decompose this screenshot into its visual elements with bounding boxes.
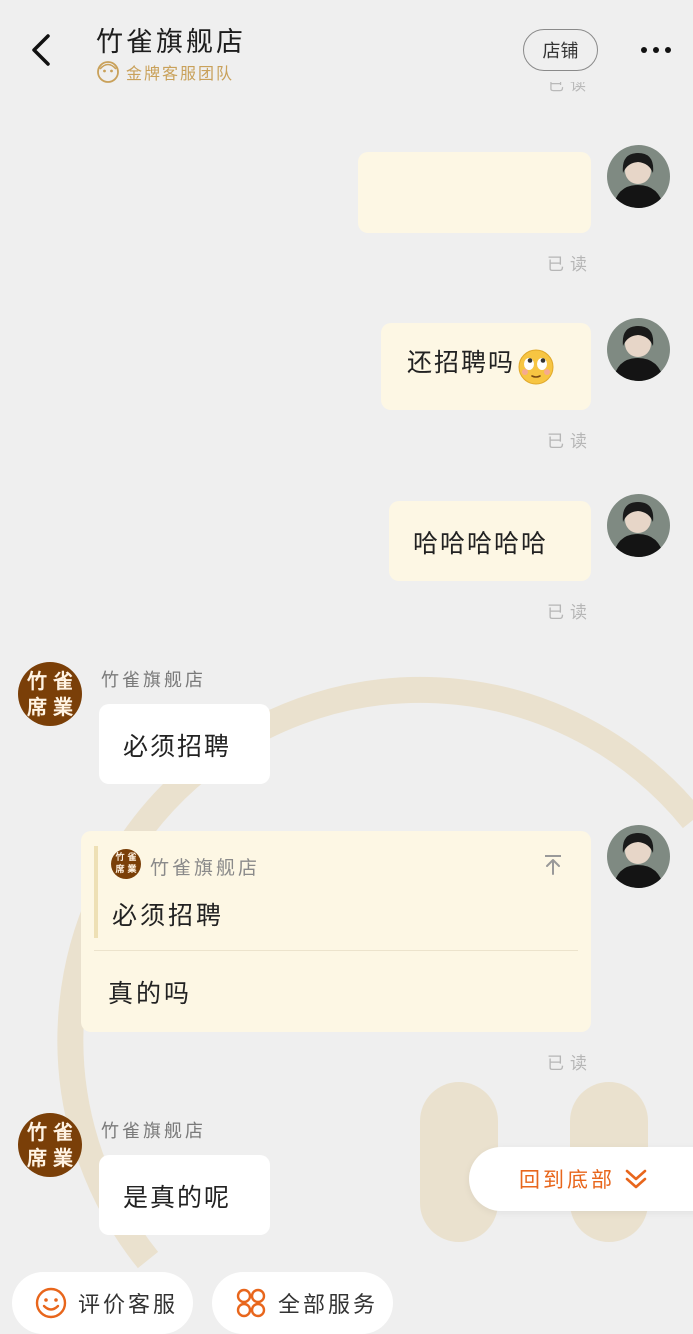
sender-name: 竹雀旗舰店: [101, 1121, 206, 1142]
grid-icon: [236, 1288, 266, 1318]
quote-divider: [94, 950, 578, 951]
badge-label: 金牌客服团队: [126, 64, 235, 83]
shop-avatar-char: 業: [53, 1146, 73, 1170]
service-face-icon: [97, 61, 119, 83]
back-arrow-icon[interactable]: [22, 30, 62, 70]
all-services-label: 全部服务: [278, 1293, 379, 1318]
shop-avatar[interactable]: 竹 雀 席 業: [18, 662, 82, 726]
smile-icon: [35, 1287, 67, 1319]
quote-indicator-bar: [94, 846, 98, 938]
shop-avatar-char: 竹: [115, 852, 125, 863]
shop-avatar-char: 席: [27, 695, 47, 719]
shop-avatar[interactable]: 竹 雀 席 業: [18, 1113, 82, 1177]
shop-avatar-char: 席: [27, 1146, 47, 1170]
read-status: 已读: [547, 432, 593, 452]
store-button[interactable]: 店铺: [523, 29, 598, 71]
user-avatar[interactable]: [607, 494, 670, 557]
user-avatar[interactable]: [607, 825, 670, 888]
back-to-bottom-button[interactable]: 回到底部: [469, 1147, 693, 1211]
rate-service-label: 评价客服: [78, 1293, 179, 1318]
shop-avatar-char: 雀: [53, 1120, 73, 1144]
read-status: 已读: [547, 255, 593, 275]
message-text: 必须招聘: [123, 732, 232, 761]
shop-avatar-char: 席: [115, 864, 125, 875]
my-message-bubble[interactable]: 还招聘吗: [381, 323, 591, 410]
read-status: 已读: [547, 1054, 593, 1074]
user-avatar[interactable]: [607, 318, 670, 381]
truncated-read-status: 已读: [548, 82, 593, 94]
page-title: 竹雀旗舰店: [96, 27, 246, 58]
my-message-bubble[interactable]: 哈哈哈哈哈: [389, 501, 591, 581]
shop-avatar-char: 雀: [127, 852, 137, 863]
message-text: 是真的呢: [123, 1183, 232, 1212]
rolling-eyes-emoji-icon: [518, 349, 554, 384]
shop-message-bubble[interactable]: 必须招聘: [99, 704, 270, 784]
shop-avatar-char: 業: [53, 695, 73, 719]
user-avatar[interactable]: [607, 145, 670, 208]
read-status: 已读: [547, 603, 593, 623]
quoted-message-text: 必须招聘: [112, 901, 225, 930]
shop-avatar-char: 雀: [53, 669, 73, 693]
gold-service-badge: 金牌客服团队: [96, 60, 234, 84]
message-text: 真的吗: [108, 979, 193, 1008]
shop-message-bubble[interactable]: 是真的呢: [99, 1155, 270, 1235]
shop-avatar-char: 業: [127, 864, 137, 875]
my-message-bubble[interactable]: [358, 152, 591, 233]
double-chevron-down-icon: [625, 1169, 647, 1189]
message-text: 还招聘吗: [407, 348, 516, 377]
quoted-sender-name: 竹雀旗舰店: [150, 857, 261, 879]
more-options-icon[interactable]: [638, 40, 674, 60]
message-text: 哈哈哈哈哈: [413, 529, 549, 558]
rate-service-chip[interactable]: 评价客服: [12, 1272, 193, 1334]
quoted-shop-avatar: 竹 雀 席 業: [111, 849, 141, 879]
jump-to-quote-icon[interactable]: [540, 852, 566, 878]
shop-avatar-char: 竹: [27, 1120, 47, 1144]
back-to-bottom-label: 回到底部: [519, 1168, 615, 1192]
sender-name: 竹雀旗舰店: [101, 670, 206, 691]
shop-avatar-char: 竹: [27, 669, 47, 693]
all-services-chip[interactable]: 全部服务: [212, 1272, 393, 1334]
